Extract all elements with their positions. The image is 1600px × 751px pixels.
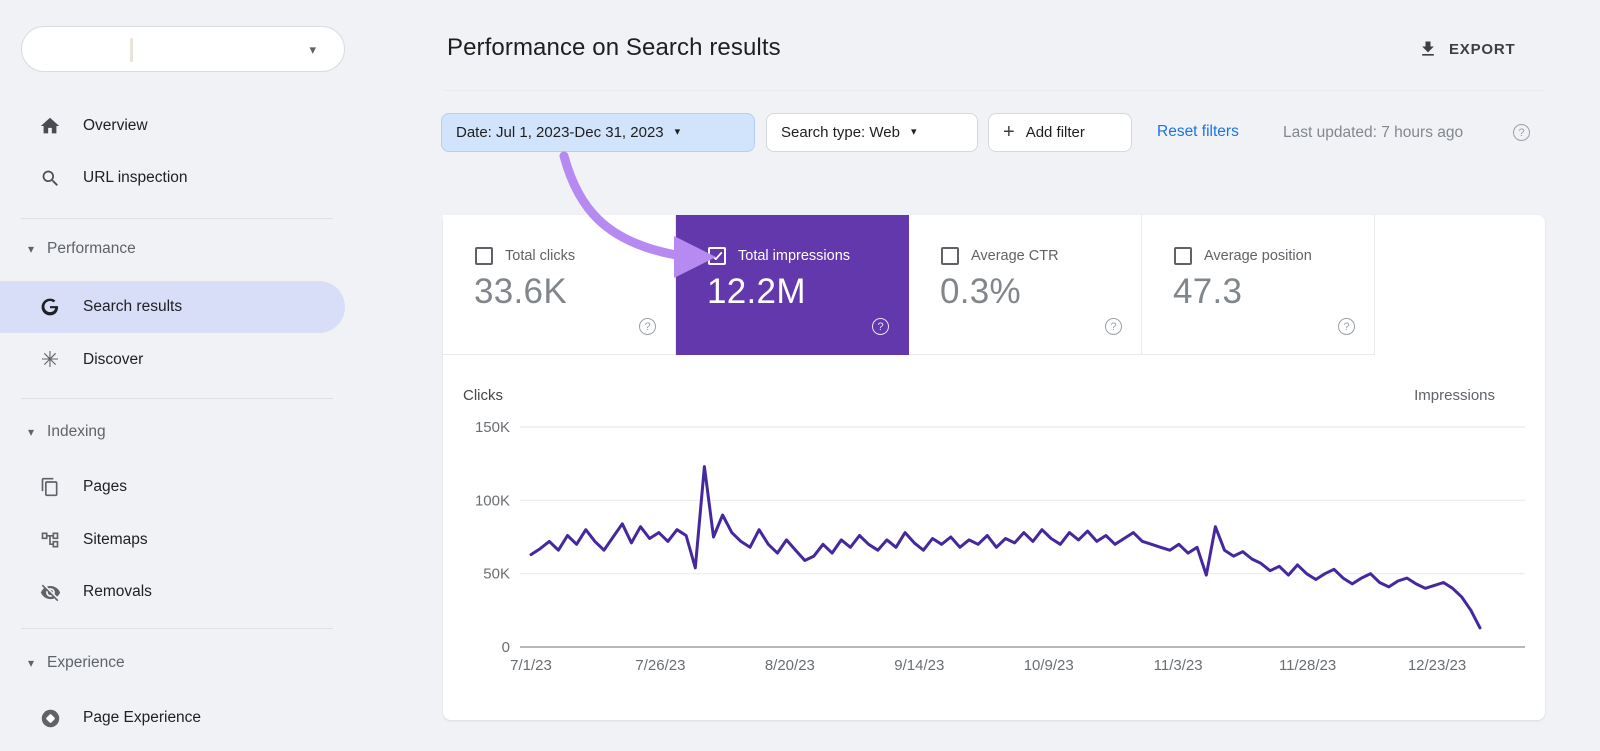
home-icon — [38, 114, 62, 138]
chevron-down-icon: ▾ — [910, 126, 917, 138]
sidebar-item-pages[interactable]: Pages — [0, 463, 345, 511]
x-axis-tick-label: 11/3/23 — [1154, 657, 1203, 674]
search-icon — [38, 166, 62, 190]
metric-label: Average position — [1204, 248, 1312, 264]
checkbox-unchecked-icon[interactable] — [941, 247, 959, 265]
export-button[interactable]: EXPORT — [1418, 36, 1515, 62]
checkbox-checked-icon[interactable] — [708, 247, 726, 265]
sidebar-item-discover[interactable]: ✳ Discover — [0, 336, 345, 384]
metric-value: 0.3% — [940, 272, 1021, 311]
metric-label: Total impressions — [738, 248, 851, 264]
help-icon[interactable]: ? — [1513, 124, 1530, 141]
sidebar-item-label: Overview — [83, 117, 148, 134]
last-updated-text: Last updated: 7 hours ago — [1283, 124, 1464, 141]
add-filter-button[interactable]: + Add filter — [988, 113, 1132, 152]
metric-value: 33.6K — [474, 272, 567, 311]
metric-card-total-clicks[interactable]: Total clicks 33.6K ? — [443, 215, 676, 355]
y-axis-tick-label: 100K — [475, 492, 510, 509]
impressions-line — [529, 465, 1482, 630]
sidebar-item-search-results[interactable]: Search results — [0, 281, 345, 333]
metric-value: 47.3 — [1173, 272, 1243, 311]
metric-label: Total clicks — [505, 248, 576, 264]
x-axis-tick-label: 7/1/23 — [510, 657, 552, 674]
chevron-down-icon: ▾ — [28, 425, 35, 439]
y-axis-tick-label: 50K — [483, 566, 510, 583]
metric-card-average-position[interactable]: Average position 47.3 ? — [1142, 215, 1375, 355]
divider — [21, 218, 333, 219]
chevron-down-icon: ▾ — [309, 41, 316, 57]
help-icon[interactable]: ? — [639, 318, 656, 335]
metric-card-total-impressions[interactable]: Total impressions 12.2M ? — [676, 215, 909, 355]
help-icon[interactable]: ? — [1338, 318, 1355, 335]
sidebar-section-performance[interactable]: ▾ Performance — [0, 236, 345, 262]
search-type-filter-chip[interactable]: Search type: Web ▾ — [766, 113, 978, 152]
chevron-down-icon: ▾ — [28, 656, 35, 670]
section-label: Performance — [47, 240, 136, 257]
plus-icon: + — [1003, 121, 1015, 143]
sidebar-section-experience[interactable]: ▾ Experience — [0, 650, 345, 676]
sidebar-section-indexing[interactable]: ▾ Indexing — [0, 419, 345, 445]
sidebar-item-label: Removals — [83, 583, 152, 600]
x-axis-tick-label: 9/14/23 — [894, 657, 944, 674]
sidebar-item-label: Page Experience — [83, 709, 202, 726]
x-axis-tick-label: 7/26/23 — [635, 657, 685, 674]
chevron-down-icon: ▾ — [674, 126, 681, 138]
y-axis-tick-label: 150K — [475, 419, 510, 436]
sidebar-item-removals[interactable]: Removals — [0, 568, 345, 616]
x-axis-tick-label: 11/28/23 — [1279, 657, 1336, 674]
metric-label: Average CTR — [971, 248, 1059, 264]
right-axis-label: Impressions — [1414, 387, 1495, 404]
sidebar-item-sitemaps[interactable]: Sitemaps — [0, 516, 345, 564]
date-filter-chip[interactable]: Date: Jul 1, 2023-Dec 31, 2023 ▾ — [441, 113, 755, 152]
date-filter-label: Date: Jul 1, 2023-Dec 31, 2023 — [456, 124, 664, 141]
x-axis-tick-label: 8/20/23 — [765, 657, 815, 674]
sidebar-item-label: Pages — [83, 478, 127, 495]
add-filter-label: Add filter — [1025, 124, 1085, 141]
sidebar-item-label: URL inspection — [83, 169, 188, 186]
metric-value: 12.2M — [707, 272, 806, 311]
export-label: EXPORT — [1449, 40, 1516, 58]
sidebar-item-label: Sitemaps — [83, 531, 148, 548]
pages-icon — [38, 475, 62, 499]
sidebar-item-label: Search results — [83, 298, 183, 315]
sidebar-item-page-experience[interactable]: Page Experience — [0, 694, 345, 742]
sidebar-item-overview[interactable]: Overview — [0, 102, 345, 150]
google-g-icon — [38, 295, 62, 319]
sidebar-item-url-inspection[interactable]: URL inspection — [0, 154, 345, 202]
divider — [443, 90, 1545, 91]
divider — [21, 628, 333, 629]
divider — [21, 398, 333, 399]
sitemaps-tree-icon — [38, 528, 62, 552]
page-title: Performance on Search results — [447, 34, 781, 61]
search-type-label: Search type: Web — [781, 124, 900, 141]
chevron-down-icon: ▾ — [28, 242, 35, 256]
section-label: Experience — [47, 654, 125, 671]
discover-asterisk-icon: ✳ — [40, 347, 60, 372]
download-icon — [1418, 39, 1438, 59]
page-experience-icon — [38, 706, 62, 730]
metric-card-average-ctr[interactable]: Average CTR 0.3% ? — [909, 215, 1142, 355]
help-icon[interactable]: ? — [1105, 318, 1122, 335]
x-axis-tick-label: 10/9/23 — [1024, 657, 1074, 674]
eye-off-icon — [38, 580, 62, 604]
sidebar-item-label: Discover — [83, 351, 144, 368]
x-axis-tick-label: 12/23/23 — [1408, 657, 1466, 674]
left-axis-label: Clicks — [463, 387, 503, 404]
google-search-console-screen: { "icons": { "caret_down": "▾", "plus": … — [0, 0, 1600, 751]
reset-filters-link[interactable]: Reset filters — [1157, 123, 1239, 141]
blurred-property-name — [130, 38, 133, 62]
y-axis-tick-label: 0 — [502, 639, 510, 656]
performance-chart: Clicks Impressions 150K 100K 50K 07/1/23 7/26/… — [463, 387, 1525, 674]
checkbox-unchecked-icon[interactable] — [1174, 247, 1192, 265]
property-selector-dropdown[interactable]: ▾ — [21, 26, 345, 72]
section-label: Indexing — [47, 423, 106, 440]
checkbox-unchecked-icon[interactable] — [475, 247, 493, 265]
help-icon[interactable]: ? — [872, 318, 889, 335]
